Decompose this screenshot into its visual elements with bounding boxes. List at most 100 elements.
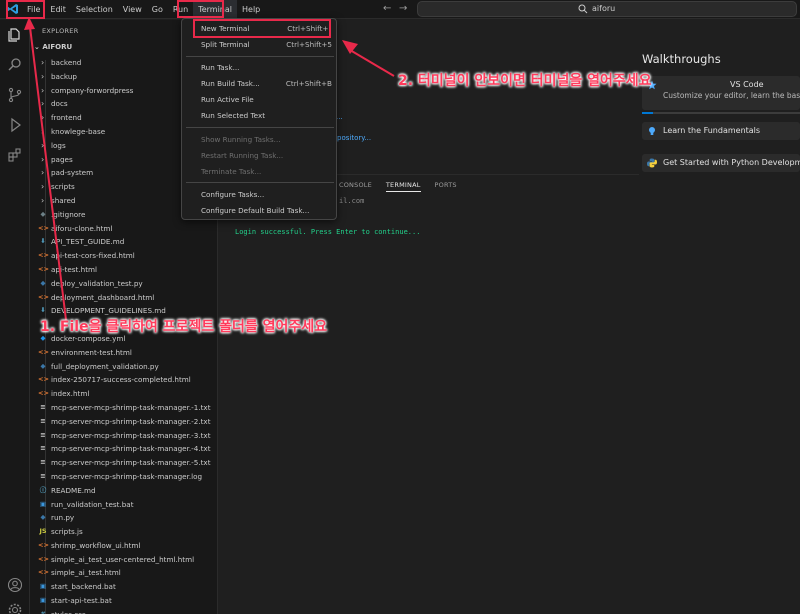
tree-item-label: backend [51,58,82,67]
account-icon[interactable] [7,577,23,593]
menu-item-shortcut: Ctrl+Shift+5 [286,40,332,49]
source-control-icon[interactable] [7,87,23,103]
command-center-search[interactable]: aiforu [417,1,797,17]
annotation-box-terminal-menu [177,0,224,18]
chevron-right-icon: › [41,154,45,164]
explorer-files-icon[interactable] [7,27,23,43]
menu-item-label: Run Build Task... [201,79,260,88]
menu-item-label: Run Active File [201,95,254,104]
tree-item-label: company-forwordpress [51,85,134,95]
file-item[interactable]: <> simple_ai_test_user-centered_html.html [30,553,218,567]
py-file-icon: ◆ [40,513,46,522]
tree-item-label: api-test-cors-fixed.html [51,251,135,261]
menu-separator [186,127,334,128]
chevron-right-icon: › [41,58,45,67]
menu-item-run-build-task[interactable]: Run Build Task... Ctrl+Shift+B [182,77,338,91]
file-item[interactable]: <> deployment_dashboard.html [30,291,218,305]
file-item[interactable]: ◆ full_deployment_validation.py [30,360,218,374]
menu-item-shortcut: Ctrl+Shift+B [285,79,332,88]
walkthrough-card-vscode[interactable]: VS Code Customize your editor, learn the… [642,76,800,110]
tree-item-label: backup [51,71,77,81]
tree-item-label: styles.css [51,608,86,614]
file-item[interactable]: <> api-test.html [30,263,218,277]
terminal-line: Login successful. Press Enter to continu… [235,228,421,236]
back-arrow-icon[interactable]: ← [383,3,391,14]
menu-item-configure-default-build-task[interactable]: Configure Default Build Task... [182,204,338,218]
tree-item-label: knowlege-base [51,126,106,136]
chevron-right-icon: › [41,113,45,123]
chevron-right-icon: › [41,182,45,192]
file-item[interactable]: ⓘ README.md [30,484,218,498]
menu-selection[interactable]: Selection [71,0,118,19]
forward-arrow-icon[interactable]: → [399,3,407,14]
walkthrough-card-python[interactable]: Get Started with Python Developm [642,154,800,172]
file-item[interactable]: <> aiforu-clone.html [30,222,218,236]
file-item[interactable]: <> index-250717-success-completed.html [30,373,218,387]
menu-item-restart-running-task: Restart Running Task... [182,149,338,163]
file-item[interactable]: ▣ run_validation_test.bat [30,498,218,512]
js-file-icon: JS [39,527,47,536]
menu-edit[interactable]: Edit [45,0,71,19]
file-item[interactable]: ≡ mcp-server-mcp-shrimp-task-manager.-2.t… [30,415,218,429]
annotation-step-2: 2. 터미널이 안보이면 터미널을 열어주세요 [398,73,652,89]
file-item[interactable]: ⬇ API_TEST_GUIDE.md [30,235,218,249]
file-item[interactable]: JS scripts.js [30,525,218,539]
panel-tabs: CONSOLE TERMINAL PORTS [339,181,471,192]
search-text: aiforu [592,4,616,13]
menu-view[interactable]: View [118,0,147,19]
html-file-icon: <> [38,292,49,301]
file-item[interactable]: <> environment-test.html [30,346,218,360]
menu-item-run-active-file[interactable]: Run Active File [182,93,338,107]
terminal-menu-dropdown: New Terminal Ctrl+Shift+` Split Terminal Ct… [181,18,337,220]
html-file-icon: <> [38,347,49,356]
extensions-icon[interactable] [7,147,23,163]
run-debug-icon[interactable] [7,117,23,133]
walkthrough-card-subtitle: Customize your editor, learn the basic [663,91,800,100]
file-item[interactable]: <> shrimp_workflow_ui.html [30,539,218,553]
menu-go[interactable]: Go [147,0,168,19]
workspace-root-folder[interactable]: ⌄ AIFORU [34,43,72,51]
html-file-icon: <> [38,223,49,232]
git-file-icon: ◆ [40,209,46,218]
menu-item-run-selected-text[interactable]: Run Selected Text [182,109,338,123]
menu-item-configure-tasks[interactable]: Configure Tasks... [182,188,338,202]
file-item[interactable]: ≡ mcp-server-mcp-shrimp-task-manager.-3.t… [30,429,218,443]
tab-console[interactable]: CONSOLE [339,181,372,192]
txt-file-icon: ≡ [40,416,46,425]
menu-item-split-terminal[interactable]: Split Terminal Ctrl+Shift+5 [182,38,338,52]
chevron-right-icon: › [41,99,45,109]
file-item[interactable]: ≡ mcp-server-mcp-shrimp-task-manager.-4.t… [30,442,218,456]
file-item[interactable]: ◆ run.py [30,511,218,525]
tree-item-label: scripts [51,182,75,192]
file-item[interactable]: ≡ mcp-server-mcp-shrimp-task-manager.log [30,470,218,484]
file-item[interactable]: <> api-test-cors-fixed.html [30,249,218,263]
file-item[interactable]: ≡ mcp-server-mcp-shrimp-task-manager.-5.t… [30,456,218,470]
html-file-icon: <> [38,568,49,577]
menu-item-label: Restart Running Task... [201,151,284,160]
tree-item-label: mcp-server-mcp-shrimp-task-manager.-2.tx… [51,416,211,426]
file-item[interactable]: ◆ deploy_validation_test.py [30,277,218,291]
tree-item-label: pages [51,154,73,164]
tree-item-label: run_validation_test.bat [51,499,134,509]
file-item[interactable]: # styles.css [30,608,218,614]
file-item[interactable]: ≡ mcp-server-mcp-shrimp-task-manager.-1.t… [30,401,218,415]
menu-item-run-task[interactable]: Run Task... [182,61,338,75]
tab-ports[interactable]: PORTS [435,181,457,192]
settings-gear-icon[interactable] [7,602,23,614]
menu-help[interactable]: Help [237,0,265,19]
tree-item-label: simple_ai_test.html [51,568,121,578]
editor-link-fragment[interactable]: pository... [337,134,371,142]
txt-file-icon: ≡ [40,444,46,453]
tab-terminal[interactable]: TERMINAL [385,181,421,192]
html-file-icon: <> [38,251,49,260]
file-item[interactable]: ▣ start_backend.bat [30,580,218,594]
search-icon[interactable] [7,57,23,73]
file-item[interactable]: ▣ start-api-test.bat [30,594,218,608]
tree-item-label: .gitignore [51,209,86,219]
file-item[interactable]: <> simple_ai_test.html [30,566,218,580]
css-file-icon: # [40,609,46,614]
file-item[interactable]: <> index.html [30,387,218,401]
walkthrough-card-title: Get Started with Python Developm [663,158,800,167]
menu-item-label: Run Task... [201,63,240,72]
walkthrough-card-fundamentals[interactable]: Learn the Fundamentals [642,122,800,140]
